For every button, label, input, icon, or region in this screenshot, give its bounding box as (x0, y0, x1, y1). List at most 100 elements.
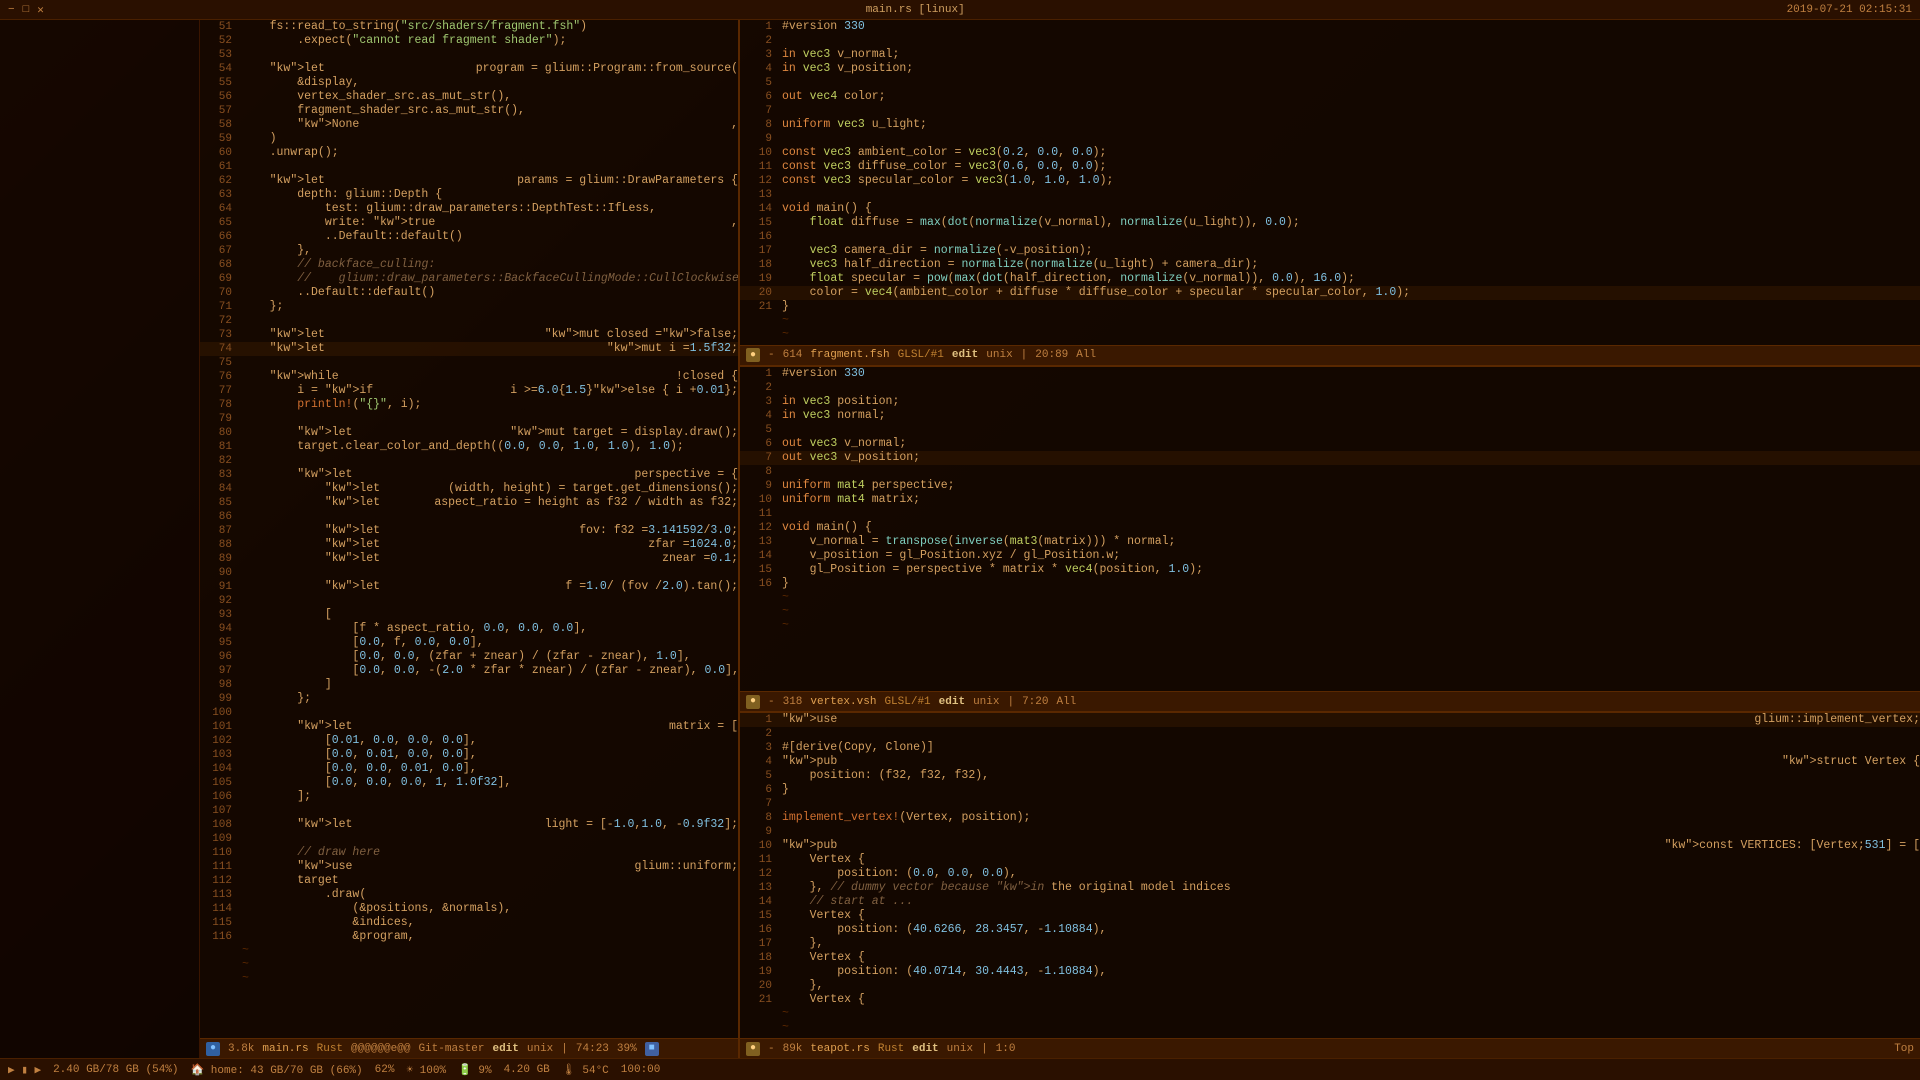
line-content: &display, (238, 76, 738, 90)
rt-modifier: All (1076, 349, 1096, 361)
line-number: 21 (740, 993, 778, 1007)
code-line-11: 11 (740, 507, 1920, 521)
line-number: 2 (740, 727, 778, 741)
top-bar: − □ ✕ main.rs [linux] 2019-07-21 02:15:3… (0, 0, 1920, 20)
line-number: 57 (200, 104, 238, 118)
line-number: 59 (200, 132, 238, 146)
code-line-66: 66 ..Default::default() (200, 230, 738, 244)
line-content: "kw">let (238, 580, 565, 594)
code-line-75: 75 (200, 356, 738, 370)
line-content: }; (238, 300, 738, 314)
line-number: 74 (200, 342, 238, 356)
code-line-109: 109 (200, 832, 738, 846)
cpu-usage: 62% (375, 1064, 395, 1076)
code-line-68: 68 // backface_culling: (200, 258, 738, 272)
code-line-86: 86 (200, 510, 738, 524)
line-content: out vec3 v_normal; (778, 437, 1920, 451)
tilde-line: ~ (740, 619, 1920, 633)
line-number: 20 (740, 979, 778, 993)
right-mid-code[interactable]: 1#version 33023in vec3 position;4in vec3… (740, 367, 1920, 692)
line-number: 61 (200, 160, 238, 174)
line-number: 7 (740, 104, 778, 118)
left-percent: 39% (617, 1043, 637, 1055)
code-line-10: 10uniform mat4 matrix; (740, 493, 1920, 507)
line-content: position: (40.0714, 30.4443, -1.10884), (778, 965, 1920, 979)
left-pane: 51 fs::read_to_string("src/shaders/fragm… (200, 20, 740, 1058)
line-content: // start at ... (778, 895, 1920, 909)
line-content: [0.01, 0.0, 0.0, 0.0], (238, 734, 738, 748)
code-line-21: 21 Vertex { (740, 993, 1920, 1007)
line-number: 9 (740, 479, 778, 493)
code-line-19: 19 position: (40.0714, 30.4443, -1.10884… (740, 965, 1920, 979)
line-number: 96 (200, 650, 238, 664)
line-content: // draw here (238, 846, 738, 860)
code-line-95: 95 [0.0, f, 0.0, 0.0], (200, 636, 738, 650)
playback-controls[interactable]: ▶ ▮ ▶ (8, 1063, 41, 1077)
line-number: 9 (740, 132, 778, 146)
rt-size-val: 614 (783, 349, 803, 361)
code-line-20: 20 color = vec4(ambient_color + diffuse … (740, 286, 1920, 300)
line-content: println!("{}", i); (238, 398, 738, 412)
line-number: 1 (740, 713, 778, 727)
close-button[interactable]: ✕ (37, 3, 44, 17)
maximize-button[interactable]: □ (23, 4, 30, 16)
code-line-9: 9 (740, 825, 1920, 839)
code-line-100: 100 (200, 706, 738, 720)
code-line-6: 6out vec4 color; (740, 90, 1920, 104)
right-top-code[interactable]: 1#version 33023in vec3 v_normal;4in vec3… (740, 20, 1920, 345)
line-number: 14 (740, 202, 778, 216)
line-number: 11 (740, 507, 778, 521)
code-line-64: 64 test: glium::draw_parameters::DepthTe… (200, 202, 738, 216)
line-number: 10 (740, 146, 778, 160)
line-number: 71 (200, 300, 238, 314)
line-number: 5 (740, 423, 778, 437)
line-content: }; (238, 692, 738, 706)
code-line-52: 52 .expect("cannot read fragment shader"… (200, 34, 738, 48)
minimize-button[interactable]: − (8, 4, 15, 16)
code-line-107: 107 (200, 804, 738, 818)
line-content: fragment_shader_src.as_mut_str(), (238, 104, 738, 118)
line-number: 84 (200, 482, 238, 496)
code-line-13: 13 (740, 188, 1920, 202)
line-content: out vec3 v_position; (778, 451, 1920, 465)
line-content: void main() { (778, 521, 1920, 535)
line-number: 108 (200, 818, 238, 832)
line-number: 106 (200, 790, 238, 804)
line-number: 5 (740, 769, 778, 783)
code-line-115: 115 &indices, (200, 916, 738, 930)
line-number: 103 (200, 748, 238, 762)
line-content: .expect("cannot read fragment shader"); (238, 34, 738, 48)
code-line-102: 102 [0.01, 0.0, 0.0, 0.0], (200, 734, 738, 748)
right-bot-code[interactable]: 1"kw">use glium::implement_vertex;23#[de… (740, 713, 1920, 1038)
code-line-16: 16 (740, 230, 1920, 244)
line-number: 88 (200, 538, 238, 552)
code-line-62: 62 "kw">let params = glium::DrawParamete… (200, 174, 738, 188)
rm-filetype: GLSL/#1 (884, 696, 930, 708)
rm-mode: edit (939, 696, 965, 708)
rb-indicator: ● (746, 1042, 760, 1056)
line-number: 11 (740, 853, 778, 867)
line-content: Vertex { (778, 853, 1920, 867)
left-code-area[interactable]: 51 fs::read_to_string("src/shaders/fragm… (200, 20, 738, 1038)
left-branch: Git-master (418, 1043, 484, 1055)
line-number: 55 (200, 76, 238, 90)
line-content: "kw">while (238, 370, 676, 384)
rm-size: - (768, 696, 775, 708)
line-number: 102 (200, 734, 238, 748)
code-line-17: 17 vec3 camera_dir = normalize(-v_positi… (740, 244, 1920, 258)
line-number: 82 (200, 454, 238, 468)
tilde-line: ~ (740, 1021, 1920, 1035)
line-content: implement_vertex!(Vertex, position); (778, 811, 1920, 825)
rm-modifier: All (1056, 696, 1076, 708)
tilde-line: ~ (740, 591, 1920, 605)
temperature: 🌡 54°C (562, 1063, 609, 1077)
line-number: 51 (200, 20, 238, 34)
line-content: // glium::draw_parameters::BackfaceCulli… (238, 272, 738, 286)
right-mid-status: ● - 318 vertex.vsh GLSL/#1 edit unix | 7… (740, 691, 1920, 711)
line-number: 97 (200, 664, 238, 678)
line-number: 15 (740, 563, 778, 577)
line-content: i = "kw">if (238, 384, 510, 398)
line-content: ]; (238, 790, 738, 804)
code-line-88: 88 "kw">let zfar = 1024.0; (200, 538, 738, 552)
line-number: 78 (200, 398, 238, 412)
